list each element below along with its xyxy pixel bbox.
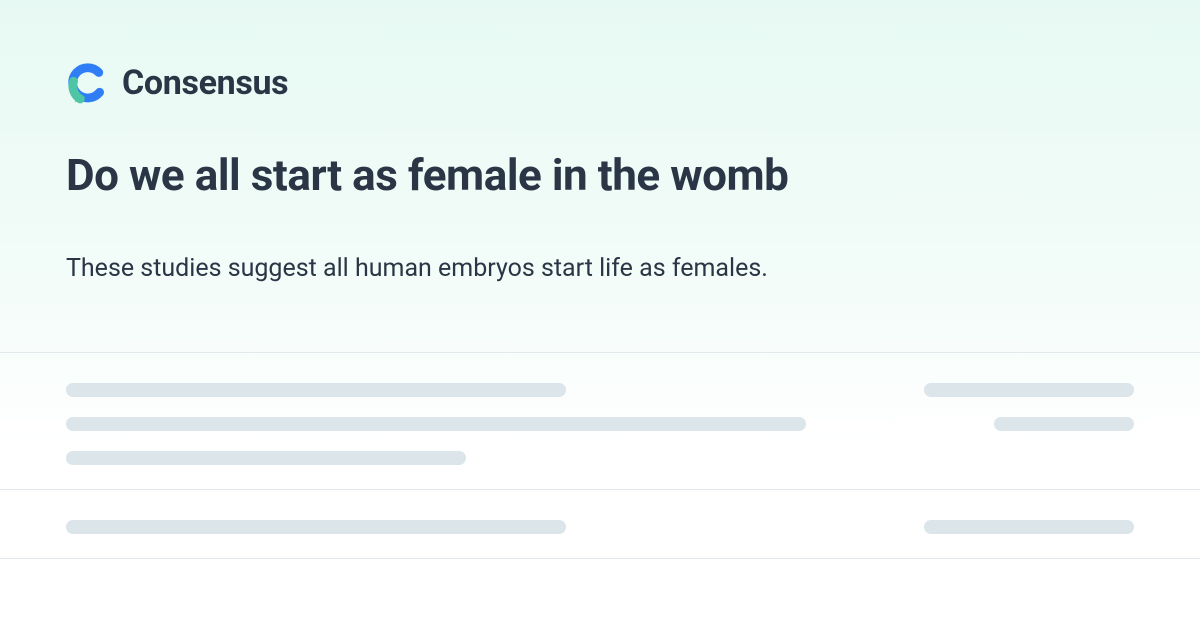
- skeleton-line: [66, 451, 466, 465]
- skeleton-line: [924, 383, 1134, 397]
- page-title: Do we all start as female in the womb: [66, 150, 1134, 201]
- brand-header: Consensus: [66, 62, 1134, 104]
- consensus-logo-icon: [66, 62, 108, 104]
- brand-name: Consensus: [122, 63, 288, 103]
- skeleton-line: [66, 417, 806, 431]
- skeleton-line: [66, 383, 566, 397]
- result-skeleton-card: [0, 352, 1200, 489]
- results-list: [0, 352, 1200, 559]
- summary-text: These studies suggest all human embryos …: [66, 251, 1134, 286]
- skeleton-line: [66, 520, 566, 534]
- skeleton-line: [994, 417, 1134, 431]
- skeleton-line: [924, 520, 1134, 534]
- result-skeleton-card: [0, 489, 1200, 559]
